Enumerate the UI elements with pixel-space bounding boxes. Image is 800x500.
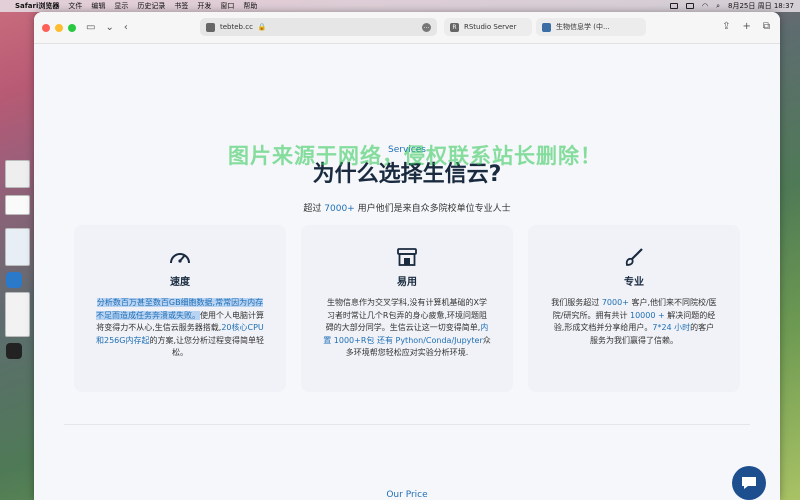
favicon-icon	[206, 22, 215, 32]
card-text: 我们服务超过 7000+ 客户,他们来不同院校/医院/研究所。拥有共计 1000…	[550, 297, 718, 347]
tab-label: RStudio Server	[464, 23, 517, 31]
card-text-part: 生物信息作为交叉学科,没有计算机基础的X学习者时常让几个R包弄的身心疲惫,环境问…	[325, 298, 488, 332]
desktop-document-thumbnail[interactable]	[5, 160, 30, 188]
card-text-part: 我们服务超过	[551, 298, 602, 307]
minimize-window-button[interactable]	[55, 23, 63, 32]
menu-bookmarks[interactable]: 书签	[174, 1, 188, 11]
window-controls	[42, 23, 76, 32]
tab-tebteb[interactable]: tebteb.cc 🔒 …	[200, 18, 437, 36]
edge-browser-icon[interactable]	[6, 272, 22, 288]
wifi-icon[interactable]: ◠	[702, 2, 708, 10]
subtitle-count: 7000+	[324, 204, 355, 214]
tab-label: 生物信息学 (中...	[556, 23, 610, 31]
card-title: 专业	[624, 277, 644, 288]
menu-help[interactable]: 帮助	[243, 1, 257, 11]
card-text: 分析数百万甚至数百GB细胞数据,常常因为内存不足而造成任务奔溃或失败。使用个人电…	[96, 297, 264, 360]
terminal-icon[interactable]	[6, 343, 22, 359]
menu-file[interactable]: 文件	[68, 1, 82, 11]
close-window-button[interactable]	[42, 23, 50, 32]
page-subtitle: 超过 7000+ 用户他们是来自众多院校单位专业人士	[34, 201, 780, 214]
subtitle-prefix: 超过	[303, 204, 325, 214]
menu-edit[interactable]: 编辑	[91, 1, 105, 11]
watermark: 图片来源于网络，侵权联系站长删除！	[228, 144, 602, 168]
desktop-note-thumbnail[interactable]	[5, 195, 30, 215]
subtitle-suffix: 用户他们是来自众多院校单位专业人士	[354, 204, 511, 214]
menubar-datetime[interactable]: 8月25日 周日 18:37	[728, 1, 794, 11]
card-text: 生物信息作为交叉学科,没有计算机基础的X学习者时常让几个R包弄的身心疲惫,环境问…	[323, 297, 491, 360]
desktop-file-thumbnail[interactable]	[5, 228, 30, 266]
r-icon: R	[450, 22, 459, 32]
back-button[interactable]: ‹	[124, 22, 128, 33]
card-text-part: 的方案,让您分析过程变得简单轻松。	[149, 335, 265, 358]
menu-view[interactable]: 显示	[114, 1, 128, 11]
battery-icon[interactable]	[685, 3, 694, 9]
tab-bioinformatics[interactable]: 生物信息学 (中...	[536, 18, 646, 36]
card-text-highlight: 7*24 小时	[652, 323, 691, 332]
search-icon[interactable]: ⌕	[716, 2, 720, 11]
safari-window: ▭ ⌄ ‹ tebteb.cc 🔒 … R RStudio Server 生物信…	[34, 12, 780, 500]
status-icon[interactable]	[669, 3, 678, 9]
card-text-highlight: 7000+	[601, 298, 629, 307]
sidebar-toggle-icon[interactable]: ▭	[86, 22, 95, 33]
browser-toolbar: ▭ ⌄ ‹ tebteb.cc 🔒 … R RStudio Server 生物信…	[34, 12, 780, 44]
card-title: 易用	[397, 277, 417, 288]
chat-support-button[interactable]	[732, 466, 766, 500]
menu-window[interactable]: 窗口	[220, 1, 234, 11]
chevron-down-icon[interactable]: ⌄	[105, 22, 113, 33]
card-title: 速度	[170, 277, 190, 288]
paintbrush-icon	[528, 247, 740, 267]
card-text-highlight: 10000 +	[630, 310, 665, 320]
menu-develop[interactable]: 开发	[197, 1, 211, 11]
feature-card-professional: 专业 我们服务超过 7000+ 客户,他们来不同院校/医院/研究所。拥有共计 1…	[528, 225, 740, 392]
store-icon	[301, 247, 513, 267]
share-icon[interactable]: ⇪	[722, 21, 730, 32]
speedometer-icon	[74, 247, 286, 267]
menubar-app-name[interactable]: Safari浏览器	[15, 1, 59, 11]
feature-card-easy: 易用 生物信息作为交叉学科,没有计算机基础的X学习者时常让几个R包弄的身心疲惫,…	[301, 225, 513, 392]
lock-icon: 🔒	[257, 23, 267, 31]
toolbar-actions: ⇪ + ⧉	[722, 21, 770, 32]
feature-card-speed: 速度 分析数百万甚至数百GB细胞数据,常常因为内存不足而造成任务奔溃或失败。使用…	[74, 225, 286, 392]
globe-icon	[542, 22, 551, 32]
macos-menubar: Safari浏览器 文件 编辑 显示 历史记录 书签 开发 窗口 帮助 ◠ ⌕ …	[0, 0, 800, 12]
tab-overview-icon[interactable]: ⧉	[763, 21, 770, 32]
address-bar-url[interactable]: tebteb.cc	[220, 23, 253, 31]
desktop-spreadsheet-thumbnail[interactable]	[5, 292, 30, 337]
price-section-label: Our Price	[386, 490, 428, 500]
zoom-window-button[interactable]	[68, 23, 76, 32]
new-tab-button[interactable]: +	[742, 21, 750, 32]
chat-bubble-icon	[742, 477, 756, 489]
section-divider	[64, 424, 750, 425]
web-page: Services 为什么选择生信云? 图片来源于网络，侵权联系站长删除！ 超过 …	[34, 44, 780, 500]
menu-history[interactable]: 历史记录	[137, 1, 165, 11]
tab-rstudio[interactable]: R RStudio Server	[444, 18, 532, 36]
more-options-icon[interactable]: …	[422, 22, 431, 32]
